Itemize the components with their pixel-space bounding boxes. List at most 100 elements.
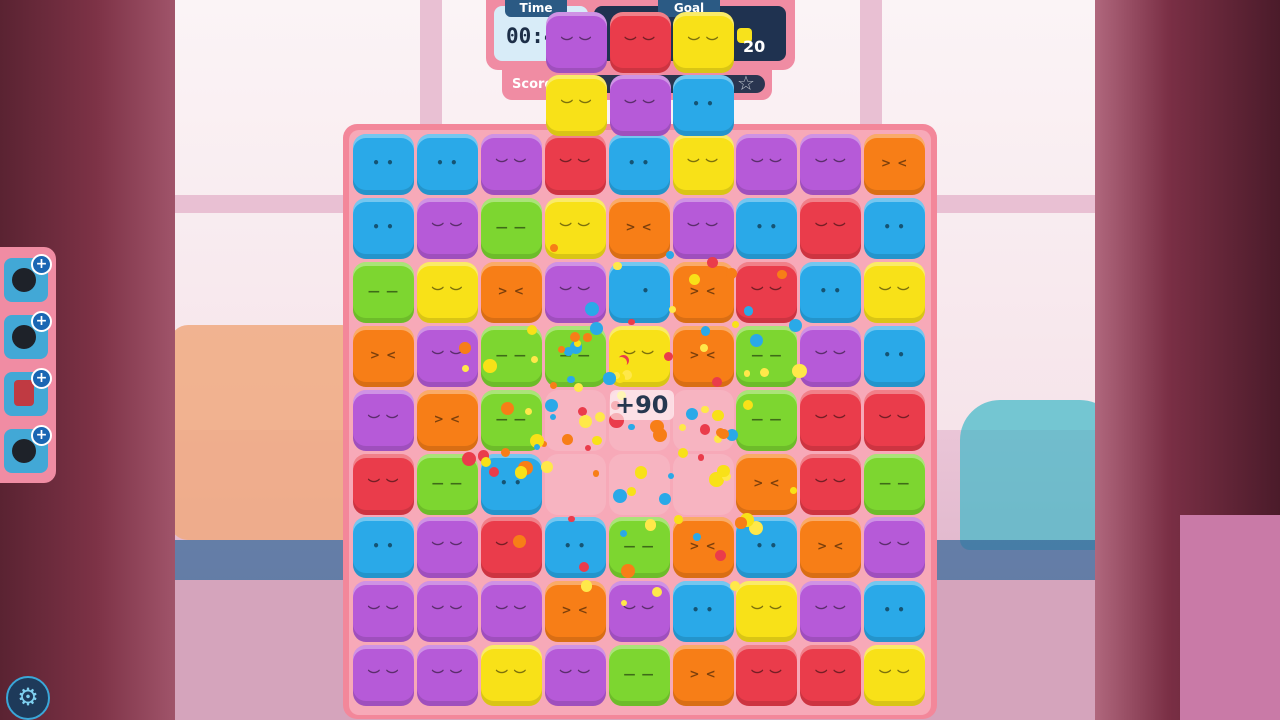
purple-tile[interactable]: ︶ ︶ bbox=[353, 389, 414, 451]
orange-tile[interactable]: > < bbox=[353, 325, 414, 387]
particle bbox=[524, 407, 532, 415]
tile-face: • • bbox=[563, 539, 587, 554]
tile-face: ︶ ︶ bbox=[879, 669, 911, 684]
purple-tile[interactable]: ︶ ︶ bbox=[416, 197, 478, 259]
purple-tile[interactable]: ︶ ︶ bbox=[544, 645, 606, 707]
particle bbox=[731, 320, 739, 328]
tile-face: • • bbox=[691, 603, 715, 618]
bomb-booster-button[interactable]: + bbox=[4, 254, 52, 302]
purple-tile[interactable]: ︶ ︶ bbox=[480, 134, 542, 195]
tile-face: > < bbox=[689, 283, 717, 298]
orange-tile[interactable]: > < bbox=[544, 581, 606, 643]
red-tile[interactable]: ︶ ︶ bbox=[544, 134, 606, 195]
particle bbox=[578, 415, 592, 429]
blue-tile[interactable]: • • bbox=[864, 197, 926, 259]
green-tile[interactable]: — — bbox=[736, 325, 798, 387]
plus-icon[interactable]: + bbox=[31, 311, 52, 332]
red-tile[interactable]: ︶ ︶ bbox=[800, 645, 862, 707]
red-tile[interactable]: ︶ ︶ bbox=[353, 453, 414, 515]
plus-icon[interactable]: + bbox=[31, 368, 52, 389]
blue-tile[interactable]: • • bbox=[864, 325, 926, 387]
particle bbox=[650, 419, 664, 434]
particle bbox=[540, 460, 553, 473]
cushion bbox=[170, 325, 360, 540]
purple-tile[interactable]: ︶ ︶ bbox=[864, 517, 926, 579]
dynamite-booster-button[interactable]: + bbox=[4, 368, 52, 416]
orange-tile[interactable]: > < bbox=[480, 261, 542, 323]
tile-face: — — bbox=[751, 411, 783, 426]
red-tile[interactable]: ︶ ︶ bbox=[480, 517, 542, 579]
blue-tile[interactable]: • • bbox=[672, 581, 734, 643]
yellow-tile[interactable]: ︶ ︶ bbox=[864, 645, 926, 707]
particle bbox=[707, 257, 719, 268]
purple-tile[interactable]: ︶ ︶ bbox=[416, 645, 478, 707]
yellow-tile[interactable]: ︶ ︶ bbox=[480, 645, 542, 707]
purple-tile[interactable]: ︶ ︶ bbox=[416, 581, 478, 643]
blue-tile[interactable]: • • bbox=[544, 517, 606, 579]
green-tile[interactable]: — — bbox=[864, 453, 926, 515]
purple-tile[interactable]: ︶ ︶ bbox=[800, 134, 862, 195]
particle bbox=[634, 466, 648, 479]
purple-tile[interactable]: ︶ ︶ bbox=[353, 645, 414, 707]
tile-face: ︶ ︶ bbox=[559, 158, 591, 172]
red-tile[interactable]: ︶ ︶ bbox=[800, 453, 862, 515]
orange-tile[interactable]: > < bbox=[416, 389, 478, 451]
green-tile[interactable]: — — bbox=[736, 389, 798, 451]
red-tile[interactable]: ︶ ︶ bbox=[800, 389, 862, 451]
orange-tile[interactable]: > < bbox=[736, 453, 798, 515]
particle bbox=[603, 372, 616, 385]
green-tile[interactable]: — — bbox=[608, 517, 670, 579]
particle bbox=[714, 549, 726, 561]
blue-tile[interactable]: • • bbox=[800, 261, 862, 323]
orange-tile[interactable]: > < bbox=[672, 261, 734, 323]
purple-tile[interactable]: ︶ ︶ bbox=[416, 325, 478, 387]
red-tile[interactable]: ︶ ︶ bbox=[736, 645, 798, 707]
green-tile[interactable]: — — bbox=[608, 645, 670, 707]
plus-icon[interactable]: + bbox=[31, 254, 52, 275]
purple-tile[interactable]: ︶ ︶ bbox=[800, 581, 862, 643]
purple-tile[interactable]: ︶ ︶ bbox=[480, 581, 542, 643]
purple-tile[interactable]: ︶ ︶ bbox=[736, 134, 798, 195]
bomb-booster-button[interactable]: + bbox=[4, 311, 52, 359]
yellow-tile[interactable]: ︶ ︶ bbox=[864, 261, 926, 323]
green-tile[interactable]: — — bbox=[480, 197, 542, 259]
color-bomb-booster-button[interactable]: + bbox=[4, 425, 52, 473]
goal-count: 20 bbox=[743, 37, 766, 56]
red-tile[interactable]: ︶ ︶ bbox=[800, 197, 862, 259]
yellow-tile[interactable]: ︶ ︶ bbox=[416, 261, 478, 323]
tile-face: ︶ ︶ bbox=[815, 477, 847, 492]
blue-tile[interactable]: • • bbox=[416, 134, 478, 195]
orange-tile[interactable]: > < bbox=[672, 645, 734, 707]
orange-tile[interactable]: > < bbox=[864, 134, 926, 195]
blue-tile[interactable]: • • bbox=[353, 517, 414, 579]
blue-tile[interactable]: • • bbox=[353, 197, 414, 259]
blue-tile[interactable]: • • bbox=[353, 134, 414, 195]
purple-tile: ︶ ︶ bbox=[546, 12, 607, 73]
purple-tile[interactable]: ︶ ︶ bbox=[800, 325, 862, 387]
gear-icon[interactable]: ⚙ bbox=[6, 676, 50, 720]
tile-face: ︶ ︶ bbox=[815, 349, 847, 364]
purple-tile[interactable]: ︶ ︶ bbox=[672, 197, 734, 259]
purple-tile[interactable]: ︶ ︶ bbox=[416, 517, 478, 579]
blue-tile[interactable]: • • bbox=[608, 134, 670, 195]
bomb-icon bbox=[12, 325, 36, 349]
blue-tile[interactable]: • • bbox=[864, 581, 926, 643]
tile-face: ︶ ︶ bbox=[560, 99, 593, 113]
blue-tile[interactable]: • • bbox=[608, 261, 670, 323]
yellow-tile[interactable]: ︶ ︶ bbox=[672, 134, 734, 195]
tile-face: ︶ ︶ bbox=[687, 158, 719, 172]
blue-tile[interactable]: • • bbox=[736, 197, 798, 259]
particle bbox=[701, 405, 709, 413]
particle bbox=[749, 333, 763, 347]
plus-icon[interactable]: + bbox=[31, 425, 52, 446]
orange-tile[interactable]: > < bbox=[608, 197, 670, 259]
yellow-tile[interactable]: ︶ ︶ bbox=[736, 581, 798, 643]
red-tile[interactable]: ︶ ︶ bbox=[864, 389, 926, 451]
tile-face: • • bbox=[372, 219, 395, 234]
green-tile[interactable]: — — bbox=[353, 261, 414, 323]
orange-tile[interactable]: > < bbox=[800, 517, 862, 579]
orange-tile[interactable]: > < bbox=[672, 517, 734, 579]
purple-tile[interactable]: ︶ ︶ bbox=[353, 581, 414, 643]
tile-face: ︶ ︶ bbox=[687, 36, 720, 50]
tile-face: ︶ ︶ bbox=[431, 541, 463, 556]
